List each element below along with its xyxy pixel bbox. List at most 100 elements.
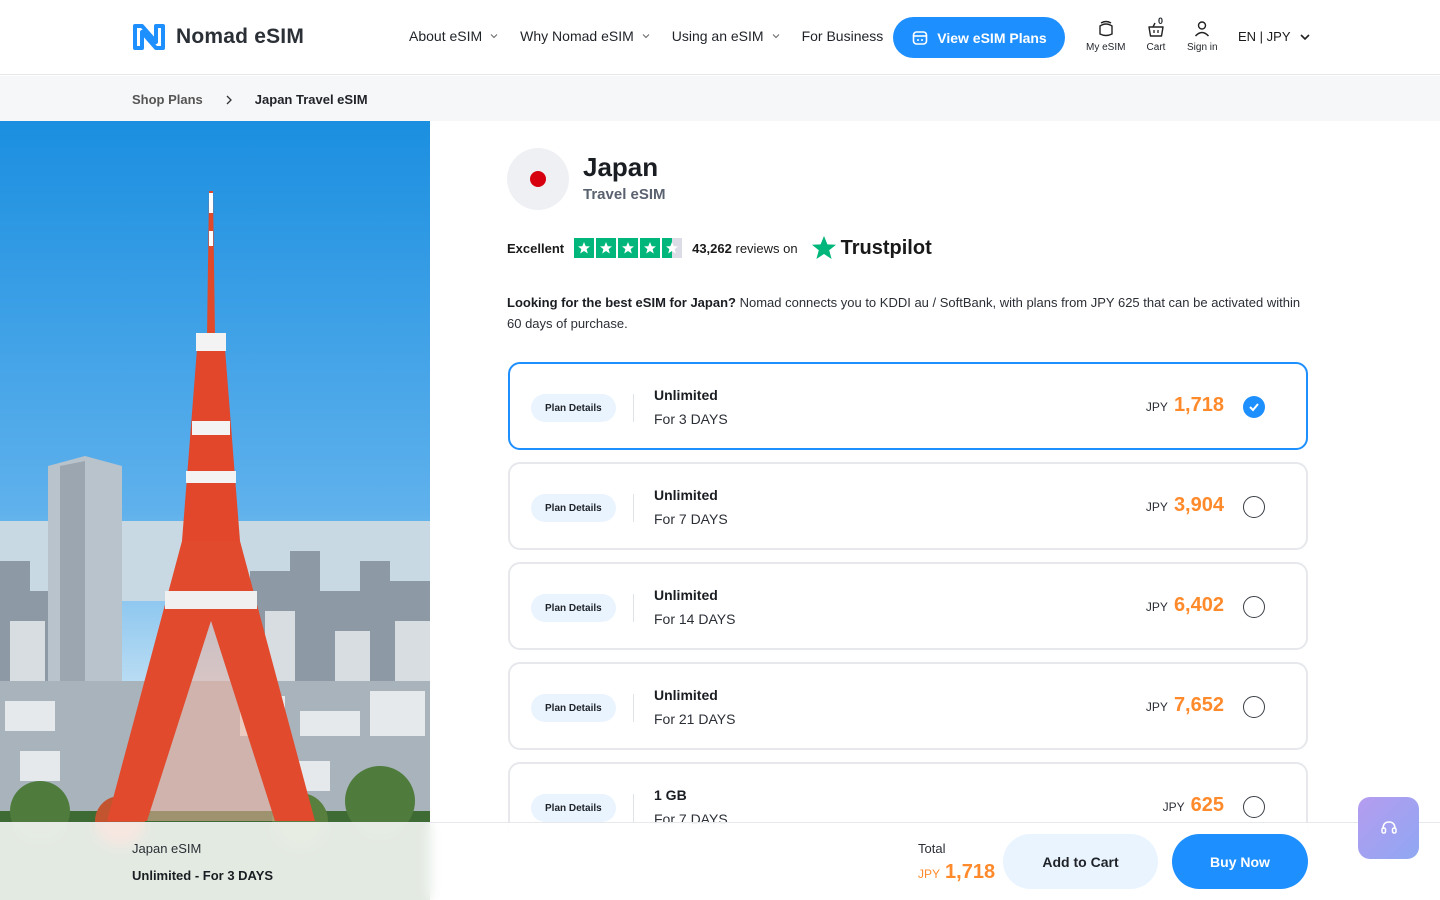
trustpilot-star-icon <box>811 236 836 259</box>
chevron-down-icon <box>490 34 498 39</box>
store-icon <box>912 30 928 45</box>
checkout-selected-plan: Unlimited - For 3 DAYS <box>132 868 274 883</box>
main-nav: About eSIM Why Nomad eSIM Using an eSIM … <box>409 28 905 44</box>
brand-name: Nomad eSIM <box>176 25 305 48</box>
cart-link[interactable]: 0 Cart <box>1146 16 1166 53</box>
price-currency: JPY <box>1145 500 1168 514</box>
total-amount: 1,718 <box>945 861 996 883</box>
star-icon <box>640 238 661 258</box>
add-to-cart-button[interactable]: Add to Cart <box>1003 834 1158 889</box>
nav-why-nomad[interactable]: Why Nomad eSIM <box>520 28 650 44</box>
trustpilot-name: Trustpilot <box>840 236 932 259</box>
star-icon <box>574 238 595 258</box>
plan-radio[interactable] <box>1243 696 1265 718</box>
japan-flag-icon <box>507 148 569 210</box>
description-lead: Looking for the best eSIM for Japan? <box>507 295 736 310</box>
price-currency: JPY <box>1145 600 1168 614</box>
check-icon <box>1249 403 1259 412</box>
plan-name: Unlimited <box>654 587 718 603</box>
plan-duration: For 7 DAYS <box>654 511 728 527</box>
half-star-icon <box>662 238 683 258</box>
checkout-product: Japan eSIM <box>132 841 202 856</box>
price-currency: JPY <box>1162 800 1185 814</box>
plan-option-unlimited-14-days[interactable]: Plan Details Unlimited For 14 DAYS JPY 6,… <box>508 562 1308 650</box>
plan-option-unlimited-3-days[interactable]: Plan Details Unlimited For 3 DAYS JPY 1,7… <box>508 362 1308 450</box>
plan-price: JPY 1,718 <box>1146 394 1224 417</box>
my-esim-link[interactable]: My eSIM <box>1086 19 1125 53</box>
trustpilot-logo: Trustpilot <box>810 234 932 262</box>
nav-label: For Business <box>801 28 884 44</box>
buy-now-button[interactable]: Buy Now <box>1172 834 1308 889</box>
divider <box>633 494 634 522</box>
product-country: Japan <box>583 152 659 182</box>
divider <box>633 694 634 722</box>
cart-count-badge: 0 <box>1157 16 1163 26</box>
nomad-logo-icon <box>133 24 165 50</box>
plan-name: Unlimited <box>654 687 718 703</box>
plan-duration: For 14 DAYS <box>654 611 736 627</box>
plan-details-button[interactable]: Plan Details <box>531 794 616 822</box>
cta-label: View eSIM Plans <box>937 29 1047 46</box>
sign-in-link[interactable]: Sign in <box>1187 19 1218 53</box>
plan-name: Unlimited <box>654 387 718 403</box>
site-header: Nomad eSIM About eSIM Why Nomad eSIM Usi… <box>0 0 1440 75</box>
breadcrumb-bar: Shop Plans Japan Travel eSIM <box>0 76 1440 121</box>
breadcrumb: Shop Plans Japan Travel eSIM <box>132 92 368 107</box>
plan-radio[interactable] <box>1243 596 1265 618</box>
product-description: Looking for the best eSIM for Japan? Nom… <box>507 292 1307 334</box>
plan-option-unlimited-7-days[interactable]: Plan Details Unlimited For 7 DAYS JPY 3,9… <box>508 462 1308 550</box>
plan-details-button[interactable]: Plan Details <box>531 394 616 422</box>
view-esim-plans-button[interactable]: View eSIM Plans <box>893 17 1065 58</box>
price-amount: 7,652 <box>1173 694 1224 716</box>
cart-label: Cart <box>1146 42 1166 53</box>
reviews-suffix: reviews on <box>735 240 798 256</box>
chevron-right-icon <box>226 95 232 104</box>
plan-radio-selected[interactable] <box>1243 396 1265 418</box>
support-chat-button[interactable] <box>1358 797 1419 859</box>
plan-price: JPY 625 <box>1163 794 1224 817</box>
brand-logo[interactable]: Nomad eSIM <box>132 22 304 52</box>
nav-using-esim[interactable]: Using an eSIM <box>672 28 780 44</box>
chevron-down-icon <box>642 34 650 39</box>
chevron-down-icon <box>1299 33 1310 40</box>
plan-details-button[interactable]: Plan Details <box>531 494 616 522</box>
total-price: JPY 1,718 <box>918 861 995 884</box>
divider <box>633 594 634 622</box>
breadcrumb-current: Japan Travel eSIM <box>254 92 368 107</box>
price-amount: 3,904 <box>1173 494 1224 516</box>
plan-details-button[interactable]: Plan Details <box>531 694 616 722</box>
plan-name: 1 GB <box>654 787 687 803</box>
plan-details-button[interactable]: Plan Details <box>531 594 616 622</box>
price-amount: 1,718 <box>1173 394 1224 416</box>
plan-price: JPY 3,904 <box>1146 494 1224 517</box>
total-label: Total <box>918 841 946 856</box>
plan-price: JPY 6,402 <box>1146 594 1224 617</box>
price-amount: 6,402 <box>1173 594 1224 616</box>
sign-in-label: Sign in <box>1187 42 1218 53</box>
plan-name: Unlimited <box>654 487 718 503</box>
user-icon <box>1195 21 1210 37</box>
review-count-text: 43,262 reviews on <box>692 241 798 256</box>
plan-radio[interactable] <box>1243 796 1265 818</box>
total-currency: JPY <box>918 867 941 881</box>
plan-radio[interactable] <box>1243 496 1265 518</box>
checkout-bar: Japan eSIM Unlimited - For 3 DAYS Total … <box>0 822 1440 900</box>
rating-label: Excellent <box>507 240 565 256</box>
plan-price: JPY 7,652 <box>1146 694 1224 717</box>
sim-stack-icon <box>1099 20 1113 37</box>
plan-option-unlimited-21-days[interactable]: Plan Details Unlimited For 21 DAYS JPY 7,… <box>508 662 1308 750</box>
trustpilot-rating[interactable]: Excellent 43,262 reviews on Trustpilot <box>507 234 932 262</box>
breadcrumb-shop-plans[interactable]: Shop Plans <box>132 92 203 107</box>
tokyo-tower-hero-image <box>0 121 430 900</box>
review-count: 43,262 <box>692 240 732 256</box>
language-label: EN | JPY <box>1238 29 1291 44</box>
star-rating <box>574 238 683 258</box>
basket-icon <box>1148 22 1164 37</box>
nav-for-business[interactable]: For Business <box>802 28 884 44</box>
language-currency-selector[interactable]: EN | JPY <box>1238 29 1311 44</box>
star-icon <box>618 238 639 258</box>
divider <box>633 794 634 822</box>
headset-icon <box>1380 821 1397 834</box>
nav-about-esim[interactable]: About eSIM <box>409 28 498 44</box>
price-amount: 625 <box>1190 794 1224 816</box>
